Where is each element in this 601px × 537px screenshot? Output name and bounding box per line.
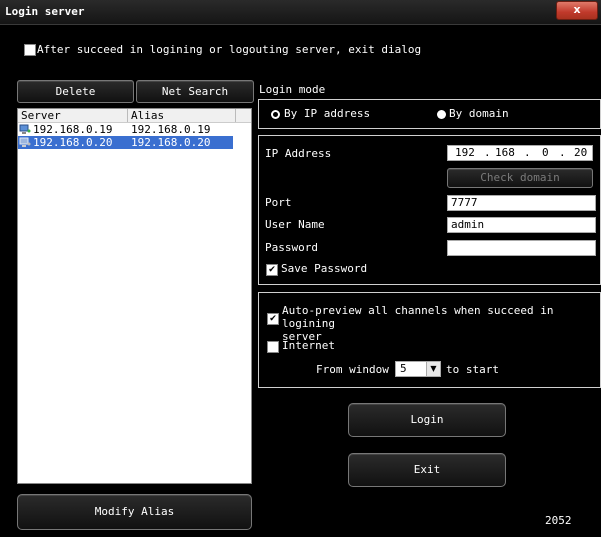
- computer-icon: [19, 124, 31, 134]
- password-field[interactable]: [447, 240, 596, 256]
- ip-octet-4: 20: [574, 146, 588, 159]
- delete-button[interactable]: Delete: [17, 80, 134, 103]
- server-address: 192.168.0.19: [33, 123, 113, 136]
- to-start-label: to start: [446, 363, 499, 376]
- server-row[interactable]: 192.168.0.19 192.168.0.19: [18, 123, 233, 136]
- auto-preview-checkbox[interactable]: ✔: [267, 313, 279, 325]
- server-alias: 192.168.0.19: [131, 123, 211, 136]
- ip-dot: .: [524, 146, 531, 159]
- by-ip-radio[interactable]: [271, 110, 280, 119]
- server-address: 192.168.0.20: [33, 136, 113, 149]
- ip-address-field[interactable]: 192 . 168 . 0 . 20: [447, 145, 593, 161]
- ip-dot: .: [559, 146, 566, 159]
- server-alias: 192.168.0.20: [131, 136, 211, 149]
- login-mode-label: Login mode: [259, 83, 326, 96]
- ip-octet-1: 192: [455, 146, 475, 159]
- ip-octet-2: 168: [495, 146, 515, 159]
- username-label: User Name: [265, 218, 325, 231]
- by-domain-radio[interactable]: [437, 110, 446, 119]
- by-domain-label: By domain: [449, 107, 509, 120]
- internet-label: Internet: [282, 339, 335, 352]
- window-select-value: 5: [400, 362, 407, 375]
- ip-octet-3: 0: [542, 146, 549, 159]
- window-select[interactable]: 5 ▼: [395, 361, 441, 377]
- title-bar: [0, 0, 601, 25]
- from-window-label: From window: [316, 363, 389, 376]
- by-ip-label: By IP address: [284, 107, 371, 120]
- exit-dialog-label: After succeed in logining or logouting s…: [37, 43, 422, 56]
- username-field[interactable]: admin: [447, 217, 596, 233]
- ip-dot: .: [484, 146, 491, 159]
- chevron-down-icon[interactable]: ▼: [426, 362, 440, 376]
- column-header-server[interactable]: Server: [18, 109, 128, 122]
- save-password-checkbox[interactable]: ✔: [266, 264, 278, 276]
- exit-button[interactable]: Exit: [348, 453, 506, 487]
- net-search-button[interactable]: Net Search: [136, 80, 254, 103]
- computer-icon: [19, 137, 31, 147]
- modify-alias-button[interactable]: Modify Alias: [17, 494, 252, 530]
- ip-address-label: IP Address: [265, 147, 332, 160]
- login-button[interactable]: Login: [348, 403, 506, 437]
- auto-preview-label-line1: Auto-preview all channels when succeed i…: [282, 304, 554, 330]
- server-list-header: Server Alias: [18, 109, 251, 123]
- auto-preview-label: Auto-preview all channels when succeed i…: [282, 304, 598, 343]
- column-header-alias[interactable]: Alias: [128, 109, 236, 122]
- port-field[interactable]: 7777: [447, 195, 596, 211]
- server-list[interactable]: Server Alias 192.168.0.19 192.168.0.19 1…: [17, 108, 252, 484]
- exit-dialog-checkbox[interactable]: [24, 44, 36, 56]
- server-row[interactable]: 192.168.0.20 192.168.0.20: [18, 136, 233, 149]
- save-password-label: Save Password: [281, 262, 368, 275]
- internet-checkbox[interactable]: [267, 341, 279, 353]
- password-label: Password: [265, 241, 318, 254]
- status-code: 2052: [545, 514, 572, 527]
- close-button[interactable]: x: [556, 1, 598, 20]
- check-domain-button[interactable]: Check domain: [447, 168, 593, 188]
- port-label: Port: [265, 196, 292, 209]
- window-title: Login server: [5, 5, 85, 18]
